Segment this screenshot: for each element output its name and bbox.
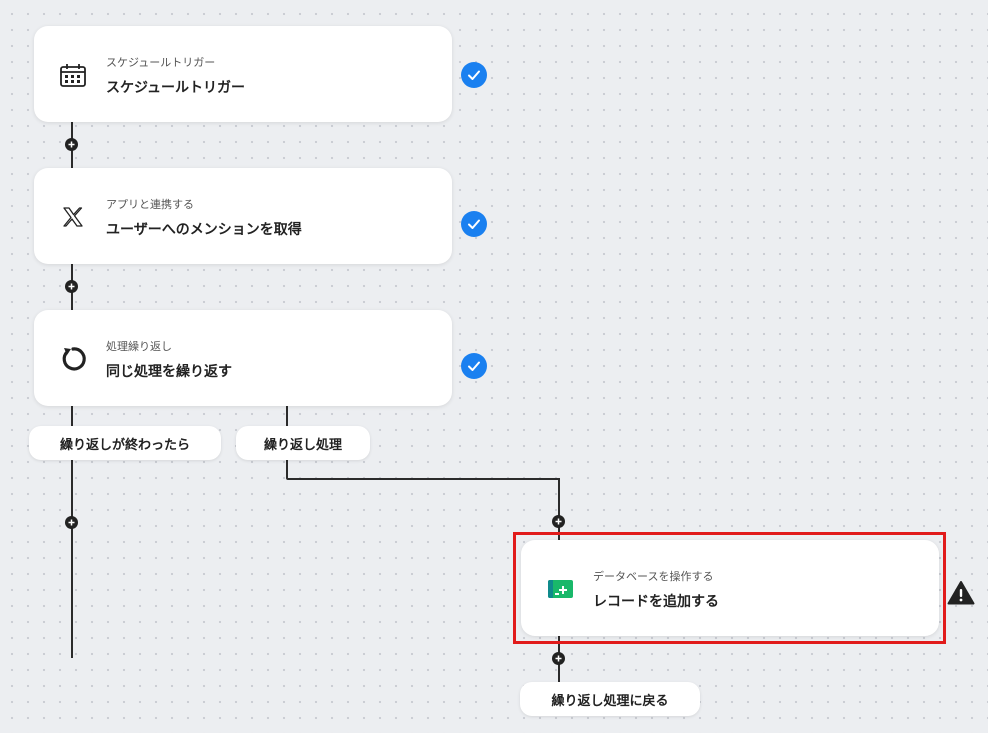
add-step-button[interactable]	[65, 280, 78, 293]
add-step-button[interactable]	[65, 516, 78, 529]
add-step-button[interactable]	[552, 515, 565, 528]
node-title: スケジュールトリガー	[106, 80, 246, 96]
calendar-icon	[56, 58, 90, 92]
flow-node-loop[interactable]: 処理繰り返し 同じ処理を繰り返す	[34, 310, 452, 406]
loop-icon	[56, 342, 90, 376]
branch-label-return-to-loop: 繰り返し処理に戻る	[520, 682, 700, 716]
node-title: ユーザーへのメンションを取得	[106, 222, 302, 238]
add-step-button[interactable]	[552, 652, 565, 665]
node-subtitle: アプリと連携する	[106, 198, 194, 211]
flow-node-get-mentions[interactable]: アプリと連携する ユーザーへのメンションを取得	[34, 168, 452, 264]
flow-node-schedule-trigger[interactable]: スケジュールトリガー スケジュールトリガー	[34, 26, 452, 122]
node-subtitle: 処理繰り返し	[106, 340, 172, 353]
completed-check-icon	[461, 211, 487, 237]
warning-icon	[947, 580, 975, 606]
selection-highlight	[513, 532, 946, 644]
branch-label-after-loop: 繰り返しが終わったら	[29, 426, 221, 460]
connector-line	[558, 478, 560, 540]
completed-check-icon	[461, 62, 487, 88]
completed-check-icon	[461, 353, 487, 379]
add-step-button[interactable]	[65, 138, 78, 151]
branch-label-loop-body: 繰り返し処理	[236, 426, 370, 460]
node-title: 同じ処理を繰り返す	[106, 364, 232, 380]
connector-line	[286, 478, 560, 480]
node-subtitle: スケジュールトリガー	[106, 56, 216, 69]
x-logo-icon	[56, 200, 90, 234]
